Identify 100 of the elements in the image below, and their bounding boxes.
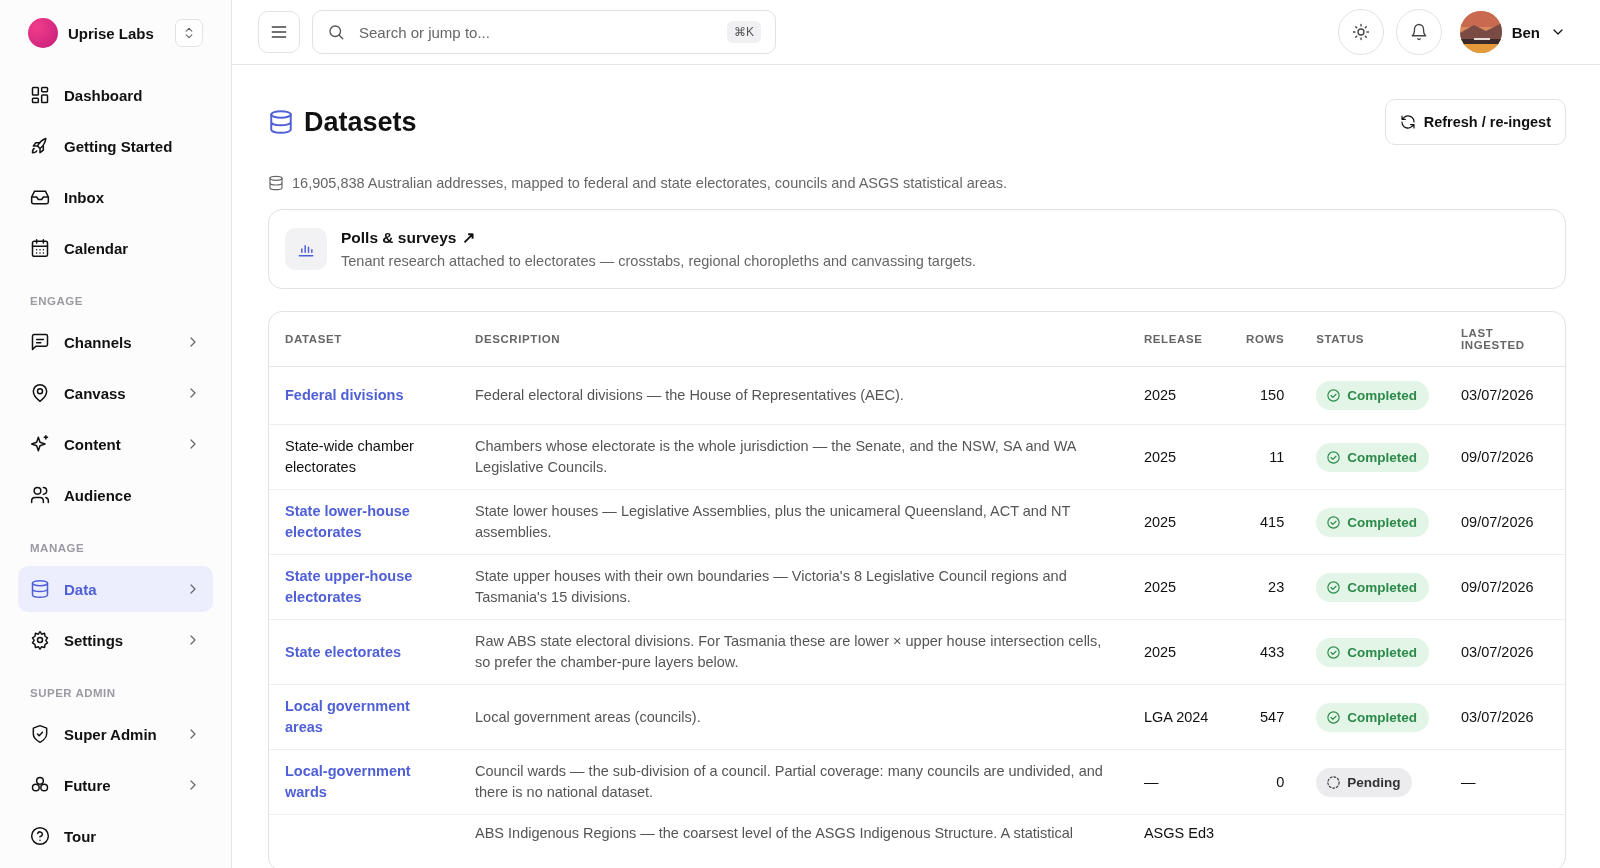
row-count: 150 xyxy=(1260,387,1285,403)
column-header: LAST INGESTED xyxy=(1445,312,1565,367)
theme-button[interactable] xyxy=(1337,9,1384,55)
row-count: 547 xyxy=(1260,708,1285,725)
shield-check-icon xyxy=(30,724,50,744)
row-count: 0 xyxy=(1276,773,1285,790)
search-input[interactable]: Search or jump to... xyxy=(357,22,715,42)
row-count: 415 xyxy=(1260,513,1285,530)
search-icon xyxy=(327,23,345,41)
status-badge: Completed xyxy=(1316,702,1429,732)
database-icon xyxy=(30,579,50,599)
sun-icon xyxy=(1351,23,1370,41)
database-icon xyxy=(268,109,294,135)
rocket-icon xyxy=(30,136,50,156)
check-circle-icon xyxy=(1326,709,1342,725)
sidebar-item[interactable]: Audience xyxy=(18,472,213,518)
column-header: STATUS xyxy=(1300,312,1445,367)
column-header: DESCRIPTION xyxy=(459,312,1128,367)
external-link-arrow: ↗ xyxy=(462,229,476,247)
sparkles-icon xyxy=(30,434,50,454)
loader-icon xyxy=(1326,774,1342,790)
user-name: Ben xyxy=(1511,23,1540,41)
card-description: Tenant research attached to electorates — crosstabs, regional choropleths and canvassing targets. xyxy=(341,253,977,269)
inbox-icon xyxy=(30,187,50,207)
release-text: — xyxy=(1143,773,1159,790)
dataset-link[interactable]: State upper-house electorates xyxy=(285,566,443,608)
message-icon xyxy=(30,332,50,352)
search-field[interactable]: Search or jump to... ⌘K xyxy=(312,10,776,54)
sidebar-item[interactable]: Getting Started xyxy=(18,123,213,169)
column-header: RELEASE xyxy=(1127,312,1231,367)
description-text: Raw ABS state electoral divisions. For Tasmania these are lower × upper house intersection cells, so prefer the chamber-pure layers below. xyxy=(475,633,1102,670)
date-text: 09/07/2026 xyxy=(1461,448,1534,465)
shortcut-hint: ⌘K xyxy=(727,21,761,43)
nav-section-heading: MANAGE xyxy=(29,542,86,554)
status-badge: Pending xyxy=(1316,767,1413,797)
date-text: 09/07/2026 xyxy=(1461,513,1534,530)
release-text: 2025 xyxy=(1143,513,1177,530)
check-circle-icon xyxy=(1326,388,1342,403)
sidebar-item[interactable]: Canvass xyxy=(18,370,213,416)
sidebar-item[interactable]: Calendar xyxy=(18,225,213,271)
refresh-icon xyxy=(1399,114,1416,130)
dashboard-icon xyxy=(30,85,50,105)
check-circle-icon xyxy=(1326,449,1342,465)
date-text: 09/07/2026 xyxy=(1461,578,1534,595)
status-badge: Completed xyxy=(1316,507,1429,537)
sidebar-item[interactable]: Super Admin xyxy=(18,711,213,757)
boxes-icon xyxy=(30,775,50,795)
date-text: 03/07/2026 xyxy=(1461,708,1534,725)
calendar-icon xyxy=(30,238,50,258)
column-header: ROWS xyxy=(1230,312,1301,367)
date-text: — xyxy=(1461,773,1476,790)
row-count: 11 xyxy=(1269,448,1285,465)
dataset-link[interactable]: State lower-house electorates xyxy=(285,501,443,543)
description-text: Chambers whose electorate is the whole jurisdiction — the Senate, and the NSW, SA and WA Legislative Councils. xyxy=(475,438,1076,475)
status-badge: Completed xyxy=(1316,637,1429,667)
description-text: Local government areas (councils). xyxy=(475,708,701,725)
nav-section-heading: ENGAGE xyxy=(29,295,84,307)
release-text: 2025 xyxy=(1143,578,1177,595)
description-text: State upper houses with their own boundaries — Victoria's 8 Legislative Council regions and Tasmania's 15 divisions. xyxy=(475,568,1067,605)
dataset-link[interactable]: Local-government wards xyxy=(285,761,443,803)
notifications-button[interactable] xyxy=(1395,9,1442,55)
description-text: ABS Indigenous Regions — the coarsest level of the ASGS Indigenous Structure. A statistical xyxy=(475,825,1074,841)
sidebar-item[interactable]: Channels xyxy=(18,319,213,365)
menu-button[interactable] xyxy=(258,11,300,53)
sidebar-item[interactable]: Content xyxy=(18,421,213,467)
polls-card[interactable]: Polls & surveys ↗ Tenant research attached to electorates — crosstabs, regional choropleths and canvassing targets. xyxy=(268,209,1566,289)
users-icon xyxy=(30,485,50,505)
release-text: 2025 xyxy=(1143,448,1177,465)
org-switcher[interactable] xyxy=(175,19,203,47)
page-title: Datasets xyxy=(304,106,418,138)
sidebar-item[interactable]: Data xyxy=(18,566,213,612)
dataset-link[interactable]: State electorates xyxy=(285,641,443,663)
date-text: 03/07/2026 xyxy=(1461,643,1534,660)
summary-text: 16,905,838 Australian addresses, mapped to federal and state electorates, councils and ASGS statistical areas. xyxy=(292,175,1007,191)
sidebar-item[interactable]: Future xyxy=(18,762,213,808)
refresh-button[interactable]: Refresh / re-ingest xyxy=(1384,99,1566,145)
settings-icon xyxy=(30,630,50,650)
release-text: 2025 xyxy=(1143,643,1177,660)
org-name: Uprise Labs xyxy=(68,24,155,42)
check-circle-icon xyxy=(1326,514,1342,530)
dataset-link[interactable]: Local government areas xyxy=(285,696,443,738)
release-text: LGA 2024 xyxy=(1143,708,1209,725)
date-text: 03/07/2026 xyxy=(1461,387,1534,403)
description-text: State lower houses — Legislative Assemblies, plus the unicameral Queensland, ACT and NT assemblies. xyxy=(475,503,1071,540)
description-text: Federal electoral divisions — the House of Representatives (AEC). xyxy=(475,387,904,403)
help-icon xyxy=(30,826,50,846)
card-title[interactable]: Polls & surveys xyxy=(341,229,457,247)
sidebar-item[interactable]: Inbox xyxy=(18,174,213,220)
dataset-name: State-wide chamber electorates xyxy=(285,437,415,477)
database-icon xyxy=(268,175,284,191)
sidebar-item[interactable]: Dashboard xyxy=(18,72,213,118)
sidebar-item[interactable]: Tour xyxy=(18,813,213,859)
sidebar-item[interactable]: Settings xyxy=(18,617,213,663)
check-circle-icon xyxy=(1326,579,1342,595)
map-pin-icon xyxy=(30,383,50,403)
dataset-link[interactable]: Federal divisions xyxy=(285,385,443,406)
nav-section-heading: SUPER ADMIN xyxy=(29,687,117,699)
column-header: DATASET xyxy=(269,312,459,367)
bell-icon xyxy=(1409,23,1428,41)
org-logo xyxy=(28,18,58,48)
